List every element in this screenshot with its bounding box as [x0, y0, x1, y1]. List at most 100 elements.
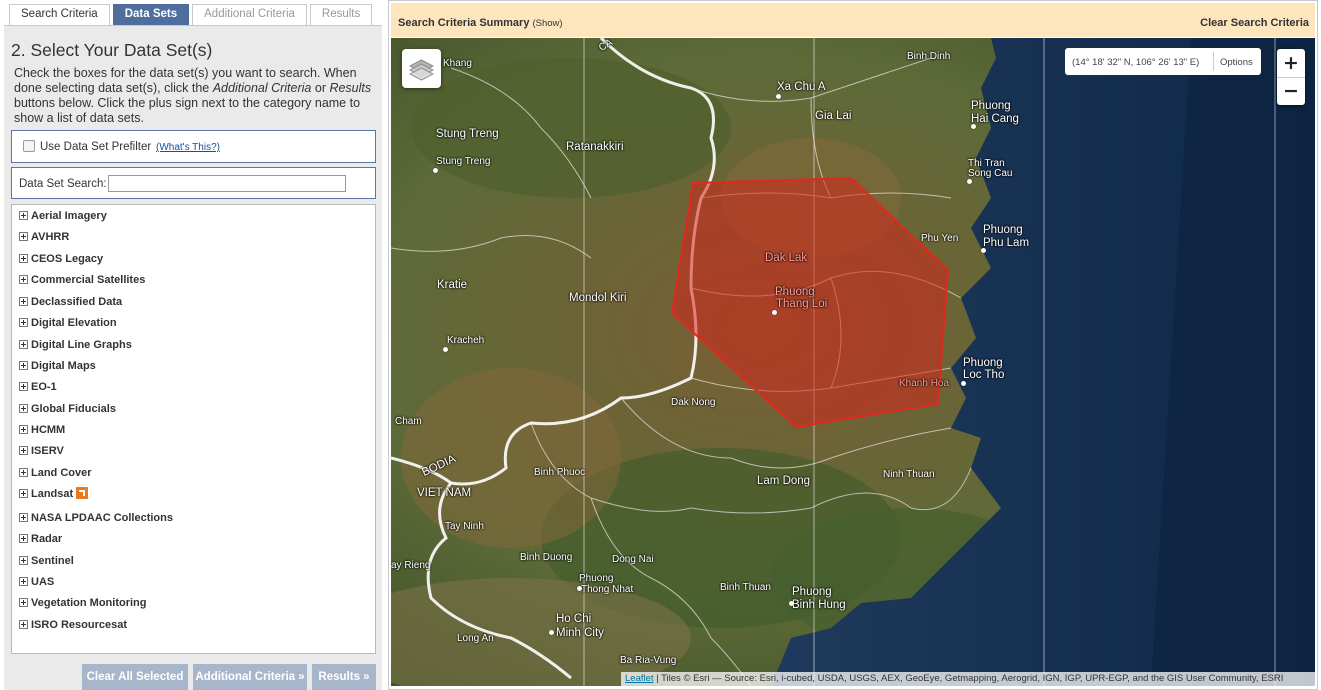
- map-attribution: Leaflet | Tiles © Esri — Source: Esri, i…: [621, 672, 1315, 686]
- layers-icon: [408, 59, 435, 81]
- zoom-out-button[interactable]: −: [1277, 77, 1305, 105]
- place-marker: [776, 94, 781, 99]
- leaflet-link[interactable]: Leaflet: [625, 673, 654, 684]
- expand-plus-icon[interactable]: [19, 340, 28, 349]
- place-label: Mondol Kiri: [569, 292, 627, 304]
- place-marker: [971, 124, 976, 129]
- place-marker: [577, 586, 582, 591]
- expand-plus-icon[interactable]: [19, 577, 28, 586]
- category-digital-elevation[interactable]: Digital Elevation: [19, 315, 117, 331]
- category-ceos-legacy[interactable]: CEOS Legacy: [19, 251, 103, 267]
- place-label: Khanh Hoa: [899, 378, 950, 389]
- expand-plus-icon[interactable]: [19, 489, 28, 498]
- place-label: Tay Ninh: [445, 521, 484, 532]
- expand-plus-icon[interactable]: [19, 468, 28, 477]
- category-land-cover[interactable]: Land Cover: [19, 465, 92, 481]
- place-label: Hai Cang: [971, 113, 1019, 125]
- expand-plus-icon[interactable]: [19, 232, 28, 241]
- layers-control-button[interactable]: [402, 49, 441, 88]
- category-iserv[interactable]: ISERV: [19, 443, 64, 459]
- clear-search-criteria-link[interactable]: Clear Search Criteria: [1200, 17, 1309, 29]
- category-nasa-lpdaac-collections[interactable]: NASA LPDAAC Collections: [19, 510, 173, 526]
- expand-plus-icon[interactable]: [19, 425, 28, 434]
- place-marker: [981, 248, 986, 253]
- place-label: Cham: [395, 416, 422, 427]
- place-marker: [967, 179, 972, 184]
- tab-data-sets[interactable]: Data Sets: [112, 4, 190, 25]
- place-label: Ho Chi: [556, 613, 592, 625]
- expand-plus-icon[interactable]: [19, 556, 28, 565]
- expand-plus-icon[interactable]: [19, 598, 28, 607]
- place-label: VIET NAM: [417, 487, 472, 499]
- place-marker: [961, 381, 966, 386]
- place-label: Long An: [457, 633, 494, 644]
- instructions-text: Check the boxes for the data set(s) you …: [14, 66, 372, 125]
- zoom-in-button[interactable]: +: [1277, 49, 1305, 77]
- place-label: Ninh Thuan: [883, 469, 935, 480]
- clear-all-selected-button[interactable]: Clear All Selected: [82, 664, 188, 690]
- summary-show-toggle[interactable]: (Show): [532, 18, 562, 29]
- category-vegetation-monitoring[interactable]: Vegetation Monitoring: [19, 595, 147, 611]
- coordinate-divider: [1213, 52, 1214, 71]
- place-label: Dak Nong: [671, 397, 716, 408]
- coordinate-text: (14° 18' 32" N, 106° 26' 13" E): [1072, 57, 1200, 68]
- expand-plus-icon[interactable]: [19, 620, 28, 629]
- search-criteria-summary-bar: Search Criteria Summary (Show) Clear Sear…: [391, 3, 1315, 37]
- prefilter-checkbox[interactable]: [23, 140, 35, 152]
- tab-search-criteria[interactable]: Search Criteria: [9, 4, 110, 25]
- expand-plus-icon[interactable]: [19, 275, 28, 284]
- place-label: Dak Lak: [765, 252, 808, 264]
- place-label: Gia Lai: [815, 110, 852, 122]
- place-label: Binh Phuoc: [534, 467, 586, 478]
- expand-plus-icon[interactable]: [19, 534, 28, 543]
- satellite-map[interactable]: Khang CA Binh Dinh Xa Chu A Gia Lai Phuo…: [391, 38, 1315, 686]
- place-label: Phuong: [971, 100, 1011, 112]
- category-hcmm[interactable]: HCMM: [19, 422, 65, 438]
- expand-plus-icon[interactable]: [19, 318, 28, 327]
- data-set-search-input[interactable]: [108, 175, 346, 192]
- category-digital-maps[interactable]: Digital Maps: [19, 358, 96, 374]
- category-declassified-data[interactable]: Declassified Data: [19, 294, 122, 310]
- place-label: Phuong: [579, 573, 614, 584]
- place-marker: [772, 310, 777, 315]
- category-radar[interactable]: Radar: [19, 531, 62, 547]
- expand-plus-icon[interactable]: [19, 297, 28, 306]
- expand-plus-icon[interactable]: [19, 211, 28, 220]
- category-commercial-satellites[interactable]: Commercial Satellites: [19, 272, 145, 288]
- map-panel: Search Criteria Summary (Show) Clear Sear…: [388, 0, 1318, 690]
- place-label: Kracheh: [447, 335, 485, 346]
- category-sentinel[interactable]: Sentinel: [19, 553, 74, 569]
- external-link-icon[interactable]: [76, 487, 89, 499]
- category-uas[interactable]: UAS: [19, 574, 54, 590]
- category-isro-resourcesat[interactable]: ISRO Resourcesat: [19, 617, 127, 633]
- whats-this-link[interactable]: (What's This?): [156, 142, 220, 153]
- expand-plus-icon[interactable]: [19, 446, 28, 455]
- place-label: Binh Dinh: [907, 51, 951, 62]
- additional-criteria-button[interactable]: Additional Criteria »: [193, 664, 307, 690]
- place-label: Thang Loi: [776, 298, 828, 310]
- place-label: ay Rieng: [391, 560, 431, 571]
- category-landsat[interactable]: Landsat: [19, 486, 89, 502]
- tab-additional-criteria[interactable]: Additional Criteria: [192, 4, 307, 25]
- category-digital-line-graphs[interactable]: Digital Line Graphs: [19, 337, 132, 353]
- place-label: Phuong: [792, 586, 832, 598]
- place-label: Song Cau: [968, 168, 1013, 179]
- results-button[interactable]: Results »: [312, 664, 376, 690]
- expand-plus-icon[interactable]: [19, 254, 28, 263]
- place-label: Loc Tho: [963, 369, 1005, 381]
- expand-plus-icon[interactable]: [19, 513, 28, 522]
- place-label: Binh Duong: [520, 552, 573, 563]
- place-label: Ba Ria-Vung: [620, 655, 677, 666]
- tab-results[interactable]: Results: [309, 4, 373, 25]
- map-options-button[interactable]: Options: [1220, 57, 1253, 68]
- left-panel: Search Criteria Data Sets Additional Cri…: [0, 0, 385, 690]
- category-avhrr[interactable]: AVHRR: [19, 229, 69, 245]
- expand-plus-icon[interactable]: [19, 382, 28, 391]
- category-global-fiducials[interactable]: Global Fiducials: [19, 401, 116, 417]
- place-label: Dong Nai: [612, 554, 654, 565]
- category-eo-1[interactable]: EO-1: [19, 379, 57, 395]
- category-aerial-imagery[interactable]: Aerial Imagery: [19, 208, 107, 224]
- expand-plus-icon[interactable]: [19, 404, 28, 413]
- place-label: Phu Yen: [921, 233, 959, 244]
- expand-plus-icon[interactable]: [19, 361, 28, 370]
